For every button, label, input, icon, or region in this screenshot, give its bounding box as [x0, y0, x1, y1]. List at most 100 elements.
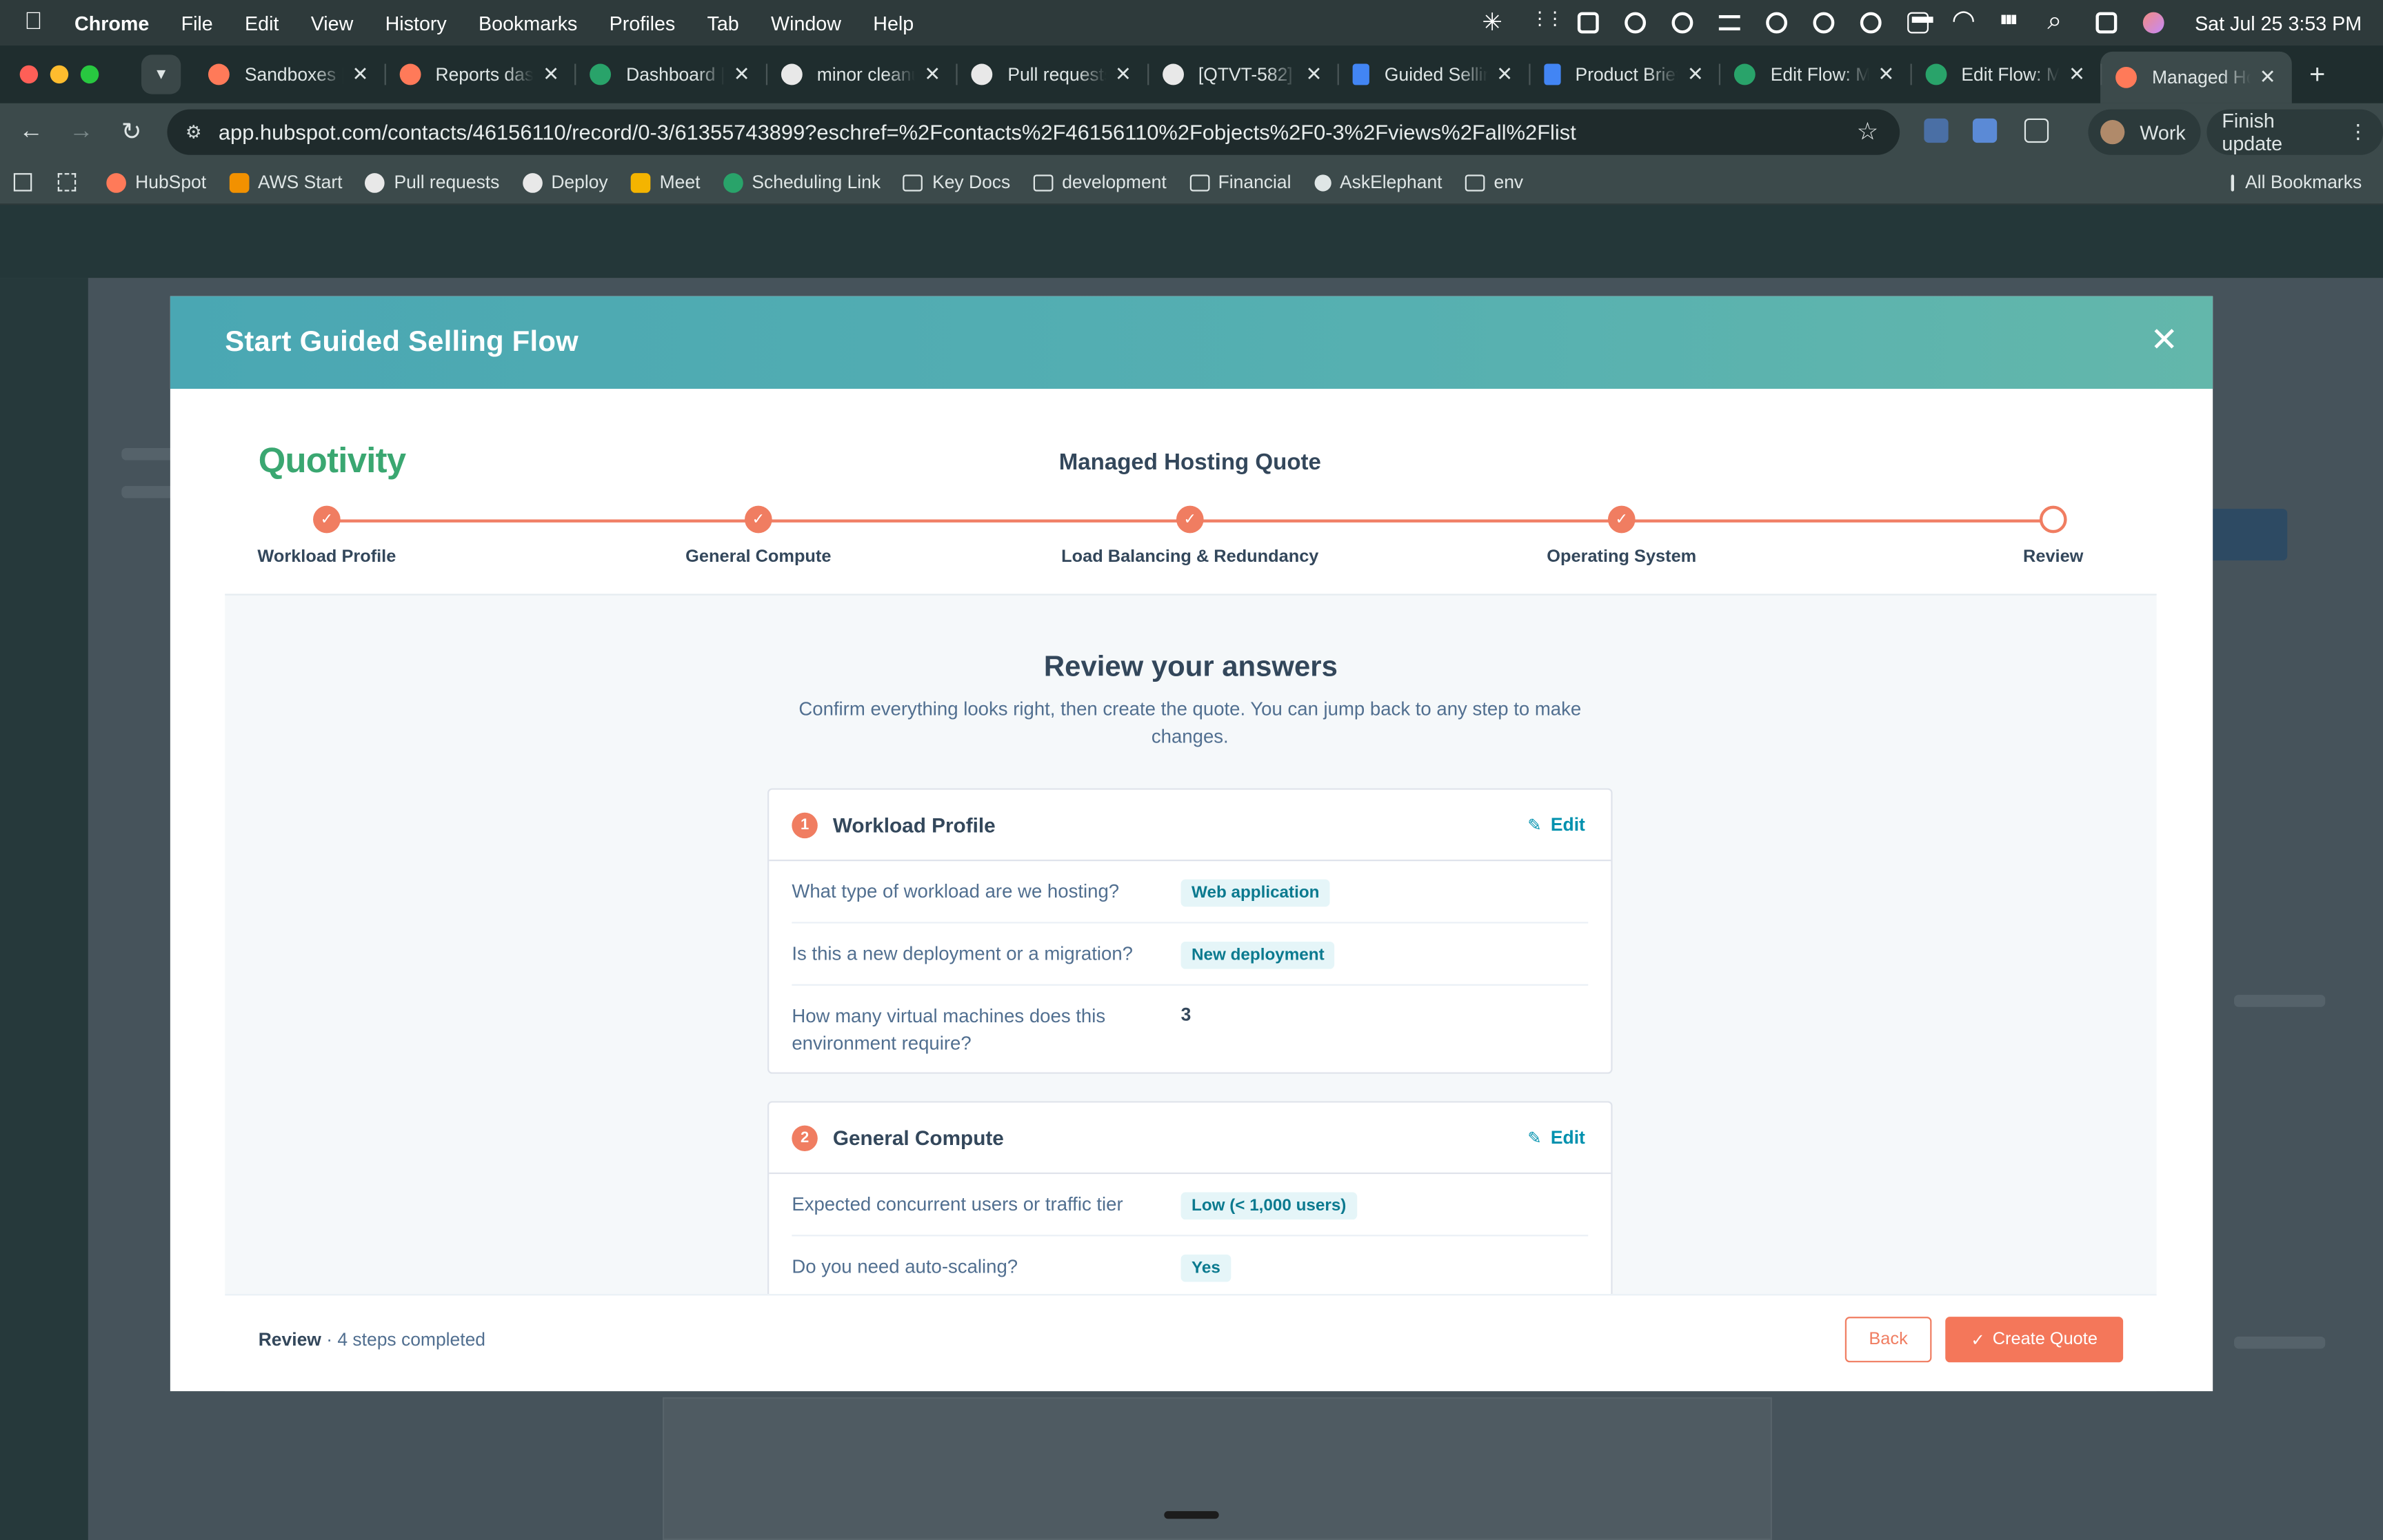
menu-window[interactable]: Window — [771, 12, 841, 34]
edit-general-compute-button[interactable]: ✎ Edit — [1527, 1127, 1585, 1148]
edit-workload-profile-button[interactable]: ✎ Edit — [1527, 814, 1585, 835]
close-tab-icon[interactable]: ✕ — [1306, 62, 1323, 86]
status-area: Sat Jul 25 3:53 PM — [1458, 0, 2362, 45]
settings-circle-icon[interactable] — [1625, 12, 1647, 34]
browser-tab-active[interactable]: Managed Hosting ✕ — [2100, 51, 2291, 103]
audio-bars-icon[interactable] — [2000, 12, 2023, 34]
step-review[interactable]: Review — [1886, 505, 2213, 567]
siri-icon[interactable] — [2143, 12, 2164, 34]
step-general-compute[interactable]: ✓ General Compute — [591, 505, 925, 567]
review-scroll-area[interactable]: Review your answers Confirm everything l… — [225, 594, 2157, 1295]
close-tab-icon[interactable]: ✕ — [734, 62, 750, 86]
browser-tab[interactable]: Pull requests ✕ — [956, 52, 1147, 97]
askelephant-icon — [1314, 174, 1331, 191]
browser-tab[interactable]: Reports dashboard ✕ — [383, 52, 575, 97]
openai-icon[interactable] — [1813, 12, 1835, 34]
new-tab-plus-icon[interactable]: + — [2309, 59, 2325, 90]
tab-search-button[interactable]: ▼ — [141, 54, 181, 94]
menu-chrome[interactable]: Chrome — [74, 12, 149, 34]
browser-tab[interactable]: [QTVT-582] ✕ — [1146, 52, 1338, 97]
menu-profiles[interactable]: Profiles — [610, 12, 676, 34]
bookmark-folder-development[interactable]: development — [1033, 172, 1167, 193]
cloud-icon[interactable] — [1766, 12, 1788, 34]
create-quote-button[interactable]: ✓ Create Quote — [1945, 1317, 2124, 1363]
step-operating-system[interactable]: ✓ Operating System — [1454, 505, 1789, 567]
asterisk-icon[interactable] — [1482, 8, 1505, 38]
step-load-balancing-redundancy[interactable]: ✓ Load Balancing & Redundancy — [1023, 505, 1357, 567]
bookmark-star-icon[interactable]: ☆ — [1857, 117, 1879, 148]
close-tab-icon[interactable]: ✕ — [352, 62, 368, 86]
extension-icon[interactable] — [1924, 118, 1949, 143]
bookmark-hubspot[interactable]: HubSpot — [106, 172, 206, 193]
close-tab-icon[interactable]: ✕ — [1687, 62, 1704, 86]
menu-bookmarks[interactable]: Bookmarks — [479, 12, 577, 34]
minimize-window-button[interactable] — [50, 65, 69, 84]
back-button[interactable]: Back — [1844, 1317, 1932, 1363]
close-tab-icon[interactable]: ✕ — [1496, 62, 1513, 86]
site-info-icon[interactable]: ⚙ — [185, 121, 202, 143]
close-icon[interactable]: ✕ — [2149, 323, 2180, 356]
scroll-handle[interactable] — [1164, 1511, 1219, 1519]
apple-icon[interactable]:  — [24, 9, 57, 37]
battery-icon[interactable] — [1907, 12, 1933, 34]
browser-tab[interactable]: Sandboxes | HubSpot ✕ — [193, 52, 384, 97]
wifi-icon[interactable] — [1951, 5, 1976, 37]
user-circle-icon[interactable] — [1860, 12, 1882, 34]
menu-tab[interactable]: Tab — [707, 12, 739, 34]
footer-status-count: · 4 steps completed — [321, 1328, 486, 1350]
bookmark-folder-key-docs[interactable]: Key Docs — [903, 172, 1010, 193]
bookmark-pull-requests[interactable]: Pull requests — [365, 172, 499, 193]
back-arrow-icon[interactable]: ← — [6, 119, 57, 146]
close-tab-icon[interactable]: ✕ — [543, 62, 559, 86]
close-window-button[interactable] — [19, 65, 39, 84]
menu-history[interactable]: History — [385, 12, 447, 34]
bookmark-askelephant[interactable]: AskElephant — [1314, 172, 1442, 193]
close-tab-icon[interactable]: ✕ — [2069, 62, 2085, 86]
control-center-icon[interactable] — [2095, 12, 2118, 34]
menu-edit[interactable]: Edit — [245, 12, 279, 34]
finish-update-button[interactable]: Finish update ⋮ — [2206, 109, 2383, 155]
reload-icon[interactable]: ↻ — [106, 117, 157, 148]
browser-tab[interactable]: Edit Flow: Managed ✕ — [1909, 52, 2100, 97]
browser-tab[interactable]: Guided Selling ✕ — [1337, 52, 1529, 97]
close-tab-icon[interactable]: ✕ — [1878, 62, 1894, 86]
browser-tab[interactable]: Edit Flow: Managed ✕ — [1718, 52, 1910, 97]
arrow-stack-icon[interactable] — [1719, 15, 1741, 31]
bookmark-label: AWS Start — [258, 171, 343, 193]
browser-tab[interactable]: Product Brief ✕ — [1528, 52, 1719, 97]
browser-tab[interactable]: Dashboard | Quotivity ✕ — [574, 52, 765, 97]
bookmark-label: Deploy — [551, 171, 608, 193]
close-tab-icon[interactable]: ✕ — [2260, 65, 2276, 90]
answer-value: Low (< 1,000 users) — [1180, 1191, 1357, 1220]
apps-grid-icon[interactable] — [57, 173, 77, 192]
url-text[interactable]: app.hubspot.com/contacts/46156110/record… — [219, 120, 1576, 144]
bookmarks-bar: HubSpot AWS Start Pull requests Deploy M… — [0, 161, 2383, 205]
box-icon[interactable] — [1578, 12, 1600, 34]
close-tab-icon[interactable]: ✕ — [924, 62, 941, 86]
extensions-puzzle-icon[interactable] — [2024, 118, 2049, 143]
browser-tab[interactable]: minor cleanup ✕ — [765, 52, 956, 97]
grid-dots-icon[interactable] — [1531, 8, 1561, 34]
menu-file[interactable]: File — [181, 12, 213, 34]
profile-button[interactable]: Work — [2088, 109, 2201, 155]
forward-arrow-icon[interactable]: → — [57, 119, 107, 146]
step-workload-profile[interactable]: ✓ Workload Profile — [170, 505, 494, 567]
guided-selling-modal: Start Guided Selling Flow ✕ Quotivity Ma… — [170, 296, 2213, 1392]
minus-circle-icon[interactable] — [1671, 12, 1693, 34]
menu-view[interactable]: View — [311, 12, 354, 34]
bookmark-folder-env[interactable]: env — [1465, 172, 1523, 193]
menu-help[interactable]: Help — [873, 12, 914, 34]
spotlight-search-icon[interactable] — [2047, 6, 2070, 37]
sidebar-icon[interactable] — [13, 173, 32, 192]
menubar-clock[interactable]: Sat Jul 25 3:53 PM — [2195, 12, 2362, 34]
extension-l-icon[interactable] — [1972, 118, 1998, 143]
close-tab-icon[interactable]: ✕ — [1115, 62, 1132, 86]
address-bar[interactable]: ⚙ app.hubspot.com/contacts/46156110/reco… — [167, 109, 1900, 155]
fullscreen-window-button[interactable] — [80, 65, 99, 84]
bookmark-aws-start[interactable]: AWS Start — [229, 171, 343, 193]
bookmark-meet[interactable]: Meet — [630, 172, 700, 193]
bookmark-scheduling-link[interactable]: Scheduling Link — [723, 172, 881, 193]
all-bookmarks-button[interactable]: All Bookmarks — [2231, 172, 2362, 193]
bookmark-folder-financial[interactable]: Financial — [1189, 172, 1291, 193]
bookmark-deploy[interactable]: Deploy — [522, 171, 608, 193]
